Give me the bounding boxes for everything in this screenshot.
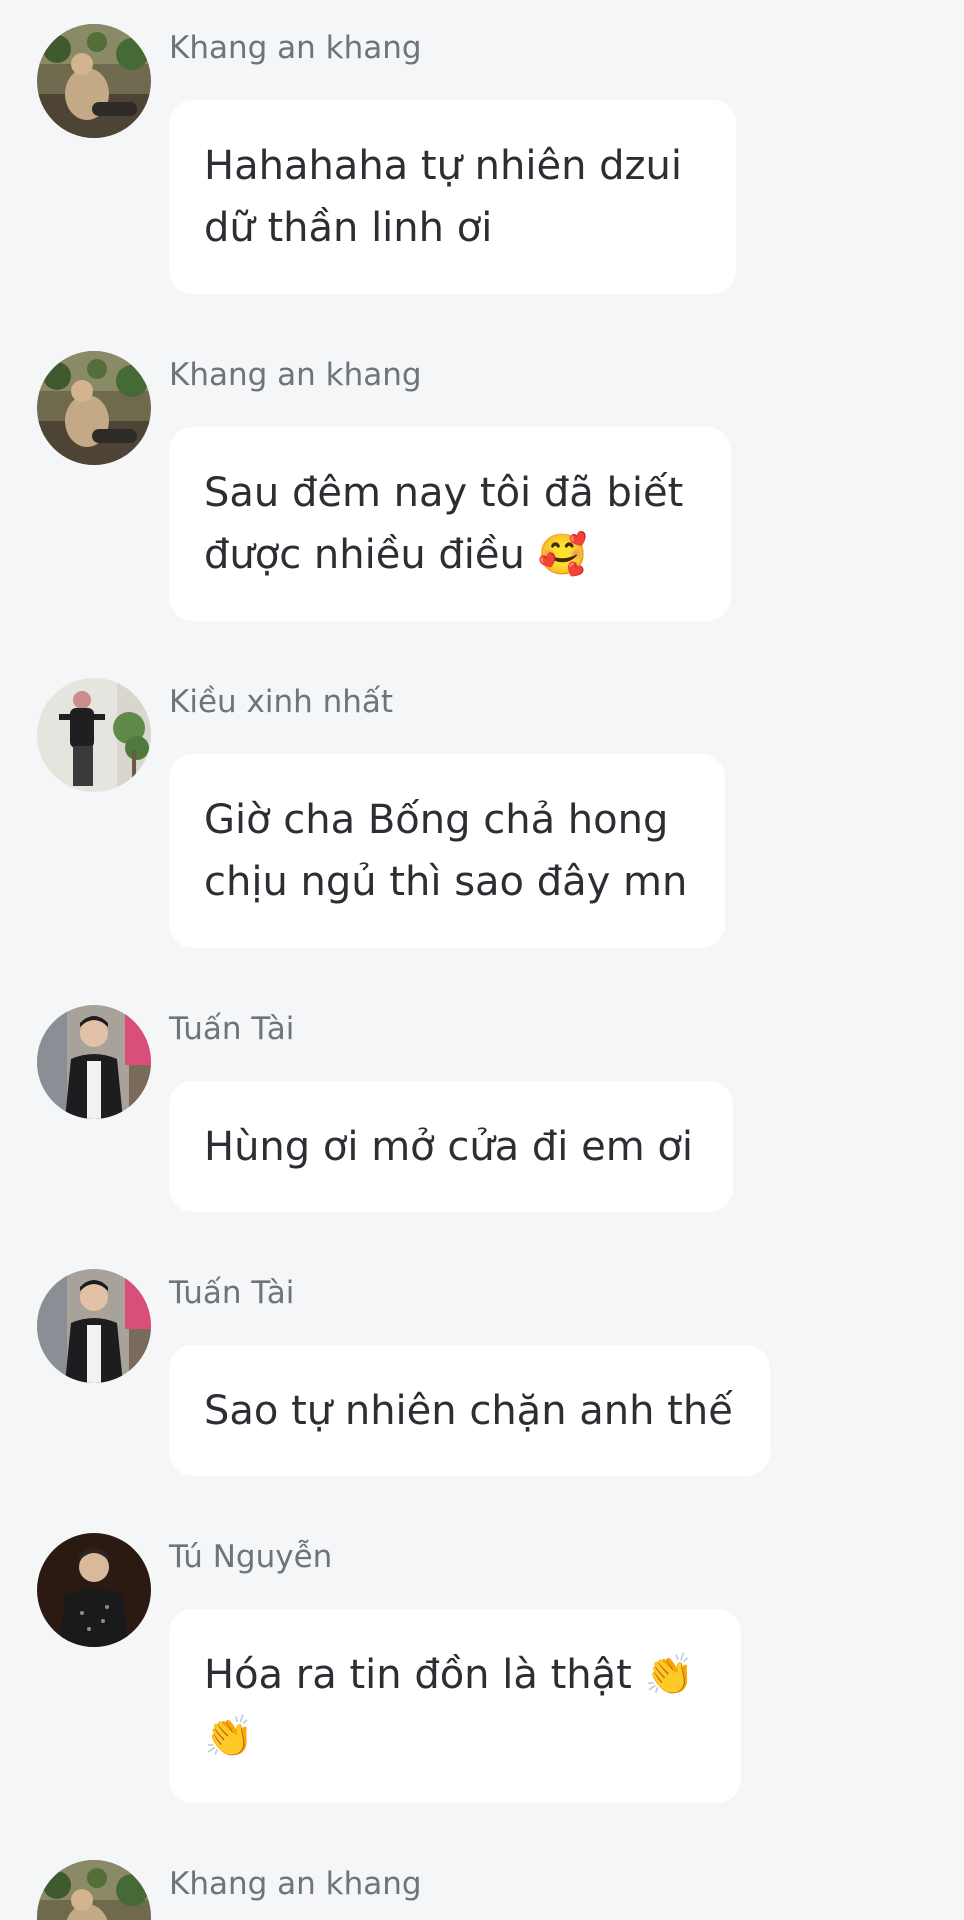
comment-item: Tuấn Tài Hùng ơi mở cửa đi em ơi [0,981,964,1245]
comment-bubble: Hóa ra tin đồn là thật 👏 👏 [169,1609,741,1803]
comment-text: Giờ cha Bống chả hong chịu ngủ thì sao đ… [204,797,688,905]
author-name[interactable]: Tuấn Tài [169,1007,294,1051]
comment-item: Tuấn Tài Sao tự nhiên chặn anh thế [0,1245,964,1509]
comment-bubble: Hahahaha tự nhiên dzui dữ thần linh ơi [169,100,736,294]
comment-bubble: Hùng ơi mở cửa đi em ơi [169,1081,733,1212]
comment-bubble: Sau đêm nay tôi đã biết được nhiều điều … [169,427,731,621]
comment-text: Hahahaha tự nhiên dzui dữ thần linh ơi [204,143,682,251]
comment-item: Kiều xinh nhất Giờ cha Bống chả hong chị… [0,654,964,981]
author-name[interactable]: Khang an khang [169,353,422,397]
author-name[interactable]: Kiều xinh nhất [169,680,393,724]
comment-item: Khang an khang Hahahaha tự nhiên dzui dữ… [0,0,964,327]
comment-text: Sao tự nhiên chặn anh thế [204,1387,733,1434]
avatar-tu-nguyen-icon[interactable] [37,1533,151,1647]
avatar-kieu-icon[interactable] [37,678,151,792]
comment-item: Khang an khang [0,1836,964,1920]
author-name[interactable]: Tú Nguyễn [169,1535,332,1579]
author-name[interactable]: Tuấn Tài [169,1271,294,1315]
avatar-khang-icon[interactable] [37,1860,151,1920]
comment-text: Sau đêm nay tôi đã biết được nhiều điều … [204,470,684,578]
author-name[interactable]: Khang an khang [169,26,422,70]
comment-text: Hùng ơi mở cửa đi em ơi [204,1123,694,1170]
author-name[interactable]: Khang an khang [169,1862,422,1906]
avatar-tuan-tai-icon[interactable] [37,1269,151,1383]
comment-item: Tú Nguyễn Hóa ra tin đồn là thật 👏 👏 [0,1509,964,1836]
avatar-khang-icon[interactable] [37,351,151,465]
avatar-tuan-tai-icon[interactable] [37,1005,151,1119]
comment-item: Khang an khang Sau đêm nay tôi đã biết đ… [0,327,964,654]
comment-feed[interactable]: Khang an khang Hahahaha tự nhiên dzui dữ… [0,0,964,1920]
comment-text: Hóa ra tin đồn là thật 👏 👏 [204,1652,695,1760]
comment-bubble: Sao tự nhiên chặn anh thế [169,1345,770,1476]
avatar-khang-icon[interactable] [37,24,151,138]
comment-bubble: Giờ cha Bống chả hong chịu ngủ thì sao đ… [169,754,725,948]
